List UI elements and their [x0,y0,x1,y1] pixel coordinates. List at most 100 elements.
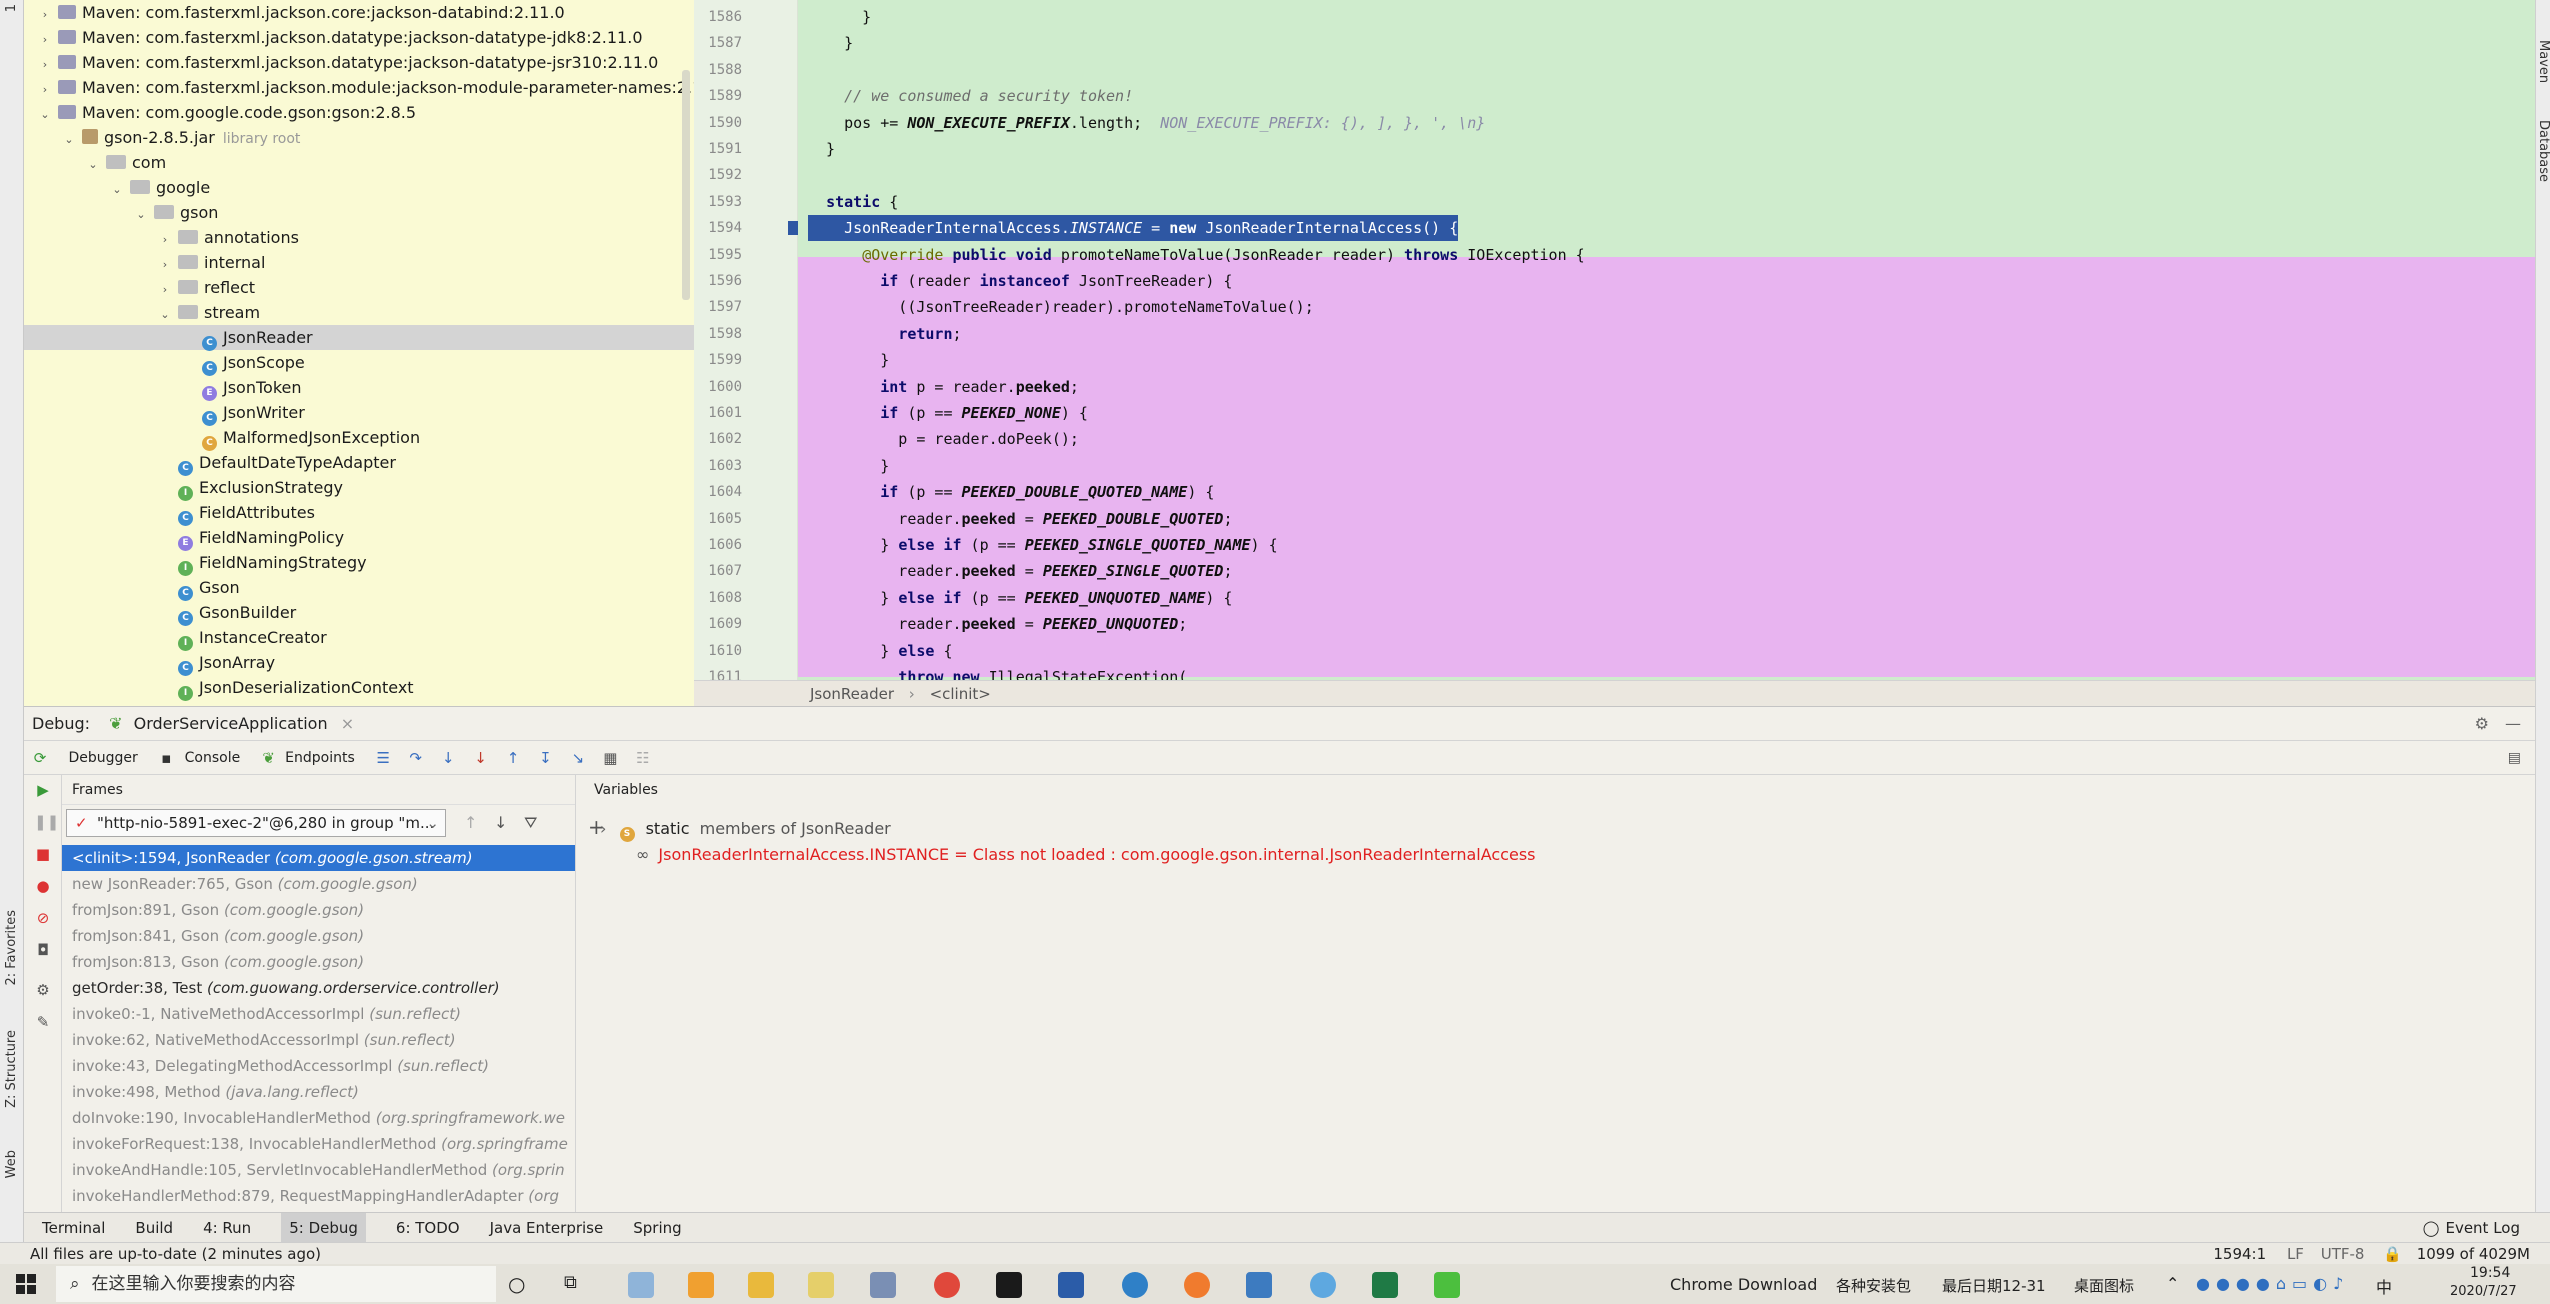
tool-tab[interactable]: Java Enterprise [490,1213,604,1243]
project-scrollbar[interactable] [682,70,690,300]
memory-indicator[interactable]: 1099 of 4029M [2417,1245,2530,1263]
tree-item[interactable]: C JsonReader [24,325,694,351]
stack-frame[interactable]: doInvoke:190, InvocableHandlerMethod (or… [62,1105,575,1131]
tree-item[interactable]: ⌄ Maven: com.google.code.gson:gson:2.8.5 [24,100,694,125]
stack-frame[interactable]: new JsonReader:765, Gson (com.google.gso… [62,871,575,897]
static-members-row[interactable]: › S static members of JsonReader [600,819,891,842]
tab-console[interactable]: Console [185,741,241,775]
stop-icon[interactable]: ■ [34,845,52,863]
code-line[interactable]: } [808,136,835,162]
code-line[interactable]: } else if (p == PEEKED_SINGLE_QUOTED_NAM… [808,532,1277,558]
force-step-into-icon[interactable]: ↓ [473,750,489,766]
stack-frame[interactable]: invokeAndHandle:105, ServletInvocableHan… [62,1157,575,1183]
code-line[interactable]: if (reader instanceof JsonTreeReader) { [808,268,1232,294]
tool-tab[interactable]: Build [135,1213,173,1243]
settings-icon[interactable]: ⚙ [34,981,52,999]
expand-toggle-icon[interactable]: › [38,27,52,52]
code-line[interactable]: int p = reader.peeked; [808,374,1079,400]
code-line[interactable]: JsonReaderInternalAccess.INSTANCE = new … [808,215,1459,242]
wechat-icon[interactable] [1434,1272,1460,1298]
tree-item[interactable]: I InstanceCreator [24,625,694,651]
rerun-icon[interactable]: ⟳ [32,750,48,766]
pause-icon[interactable]: ❚❚ [34,813,59,831]
tool-tab[interactable]: Spring [633,1213,681,1243]
app-icon-4[interactable] [808,1272,834,1298]
tree-item[interactable]: › Maven: com.fasterxml.jackson.datatype:j… [24,50,694,75]
run-to-cursor-icon[interactable]: ↘ [570,750,586,766]
close-tab-icon[interactable]: × [341,714,354,733]
intellij-icon[interactable] [996,1272,1022,1298]
code-line[interactable]: reader.peeked = PEEKED_SINGLE_QUOTED; [808,558,1232,584]
app-icon-5[interactable] [870,1272,896,1298]
tool-tab[interactable]: 4: Run [203,1213,251,1243]
app-icon-12[interactable] [1310,1272,1336,1298]
tool-tab[interactable]: 6: TODO [396,1213,460,1243]
tree-item[interactable]: › Maven: com.fasterxml.jackson.core:jacks… [24,0,694,25]
clock-date[interactable]: 2020/7/27 [2450,1284,2517,1299]
stack-frame[interactable]: invokeHandlerMethod:879, RequestMappingH… [62,1183,575,1209]
tree-item[interactable]: C JsonScope [24,350,694,376]
code-line[interactable]: } else { [808,638,952,664]
tree-item[interactable]: C JsonWriter [24,400,694,426]
tree-item[interactable]: ⌄ gson-2.8.5.jar library root [24,125,694,150]
step-out-icon[interactable]: ↑ [505,750,521,766]
filter-icon[interactable]: ⛛ [524,813,537,833]
expand-toggle-icon[interactable]: ⌄ [134,202,148,227]
stack-frame[interactable]: invokeForRequest:138, InvocableHandlerMe… [62,1131,575,1157]
taskbar-search[interactable]: ⌕ 在这里输入你要搜索的内容 [56,1266,496,1302]
trace-icon[interactable]: ☷ [635,750,651,766]
expand-toggle-icon[interactable]: ⌄ [158,302,172,327]
tray-icons[interactable]: ●●●●⌂▭◐♪ [2196,1274,2349,1293]
word-icon[interactable] [1058,1272,1084,1298]
camera-icon[interactable]: ◘ [34,941,52,959]
stack-frame[interactable]: invoke0:-1, NativeMethodAccessorImpl (su… [62,1001,575,1027]
tree-item[interactable]: ⌄ com [24,150,694,175]
stack-frame[interactable]: invoke:62, NativeMethodAccessorImpl (sun… [62,1027,575,1053]
evaluate-expression-icon[interactable]: ▦ [602,750,618,766]
expand-toggle-icon[interactable]: › [38,2,52,27]
tool-tab[interactable]: Terminal [42,1213,105,1243]
tab-endpoints[interactable]: Endpoints [285,741,355,775]
stack-frame[interactable]: fromJson:813, Gson (com.google.gson) [62,949,575,975]
thread-selector[interactable]: ✓ "http-nio-5891-exec-2"@6,280 in group … [66,809,446,837]
event-log-button[interactable]: ◯ Event Log [2423,1213,2520,1243]
expand-toggle-icon[interactable]: ⌄ [86,152,100,177]
project-tool-label[interactable]: 1 [4,4,19,12]
mute-breakpoints-icon[interactable]: ⊘ [34,909,52,927]
stack-frame[interactable]: fromJson:841, Gson (com.google.gson) [62,923,575,949]
clock-time[interactable]: 19:54 [2470,1265,2510,1281]
stack-frame[interactable]: getOrder:38, Test (com.guowang.orderserv… [62,975,575,1001]
pin-icon[interactable]: ✎ [34,1013,52,1031]
tree-item[interactable]: › Maven: com.fasterxml.jackson.module:jac… [24,75,694,100]
expand-toggle-icon[interactable]: ⌄ [110,177,124,202]
code-line[interactable]: } [808,4,871,30]
tab-debugger[interactable]: Debugger [68,741,137,775]
stack-frame[interactable]: fromJson:891, Gson (com.google.gson) [62,897,575,923]
expand-toggle-icon[interactable]: ⌄ [62,127,76,152]
breadcrumb-class[interactable]: JsonReader [810,685,894,703]
tree-item[interactable]: E FieldNamingPolicy [24,525,694,551]
expand-toggle-icon[interactable]: › [38,52,52,77]
lock-icon[interactable]: 🔒 [2383,1245,2402,1263]
stack-frame[interactable]: <clinit>:1594, JsonReader (com.google.gs… [62,845,575,871]
code-line[interactable]: reader.peeked = PEEKED_DOUBLE_QUOTED; [808,506,1232,532]
code-line[interactable]: if (p == PEEKED_NONE) { [808,400,1088,426]
run-config-tab[interactable]: OrderServiceApplication [134,714,328,733]
layout-icon[interactable]: ▤ [2508,741,2521,775]
app-icon-9[interactable] [1122,1272,1148,1298]
code-line[interactable]: static { [808,189,898,215]
toolbar-deadline[interactable]: 最后日期12-31 [1942,1275,2046,1296]
tree-item[interactable]: C Gson [24,575,694,601]
drop-frame-icon[interactable]: ↧ [537,750,553,766]
code-line[interactable]: p = reader.doPeek(); [808,426,1079,452]
database-tool-label[interactable]: Database [2536,120,2550,182]
stack-frame[interactable]: invoke:43, DelegatingMethodAccessorImpl … [62,1053,575,1079]
app-icon-10[interactable] [1184,1272,1210,1298]
app-icon-1[interactable] [628,1272,654,1298]
toolbar-installers[interactable]: 各种安装包 [1836,1275,1911,1296]
step-into-icon[interactable]: ↓ [440,750,456,766]
code-line[interactable]: pos += NON_EXECUTE_PREFIX.length; NON_EX… [808,110,1485,136]
web-tool-label[interactable]: Web [4,1150,19,1178]
code-line[interactable]: // we consumed a security token! [808,83,1133,109]
windows-start-icon[interactable] [16,1274,36,1294]
